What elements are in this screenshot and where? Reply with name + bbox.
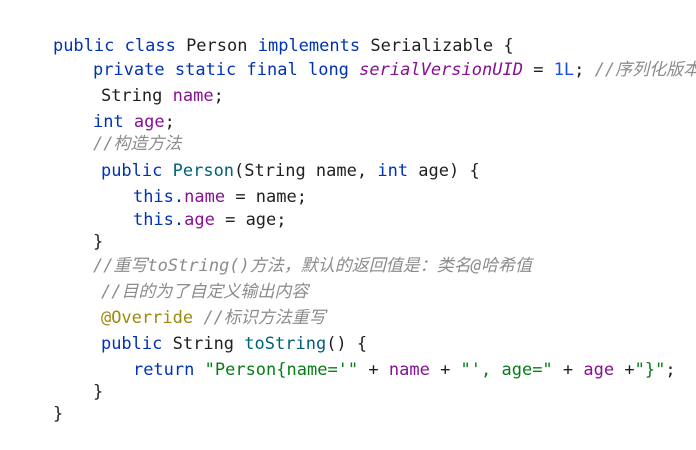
constructor-params-end: age) { (408, 161, 480, 181)
code-line-override: @Override //标识方法重写 (60, 282, 326, 328)
semicolon: ; (574, 60, 585, 80)
semicolon: ; (213, 86, 224, 106)
code-line-comment-tostring: //重写toString()方法，默认的返回值是：类名@哈希值 (52, 230, 532, 276)
type-int: int (377, 161, 409, 181)
string-literal-2: "', age=" (460, 360, 553, 380)
constant-serial-version-uid: serialVersionUID (359, 60, 523, 80)
comment-serial-version: //序列化版本号 (594, 60, 696, 80)
code-line-close-class: } (12, 378, 63, 424)
code-line-serial-version: private static final long serialVersionU… (52, 34, 696, 80)
field-age: age (583, 360, 615, 380)
code-line-close-constructor: } (52, 206, 103, 252)
field-age: age (184, 210, 215, 230)
assignment-rest: = age; (214, 210, 287, 230)
keyword-final: final (246, 60, 298, 80)
concat-operator: + (552, 360, 584, 380)
keyword-this: this. (132, 210, 185, 230)
code-line-tostring-signature: public String toString() { (60, 308, 367, 354)
keyword-return: return (132, 360, 195, 380)
field-name: name (388, 360, 430, 380)
keyword-long: long (307, 60, 349, 80)
close-brace: } (52, 404, 64, 424)
number-literal: 1L (553, 60, 575, 80)
code-line-assign-name: this.name = name; (92, 161, 307, 207)
string-literal-3: "}" (634, 360, 666, 380)
close-brace: } (92, 382, 104, 402)
code-line-return: return "Person{name='" + name + "', age=… (92, 334, 676, 380)
code-line-close-method: } (52, 356, 103, 402)
code-line-field-name: String name; (60, 60, 224, 106)
field-name: name (172, 86, 214, 106)
string-literal-1: "Person{name='" (204, 360, 359, 380)
semicolon: ; (665, 360, 676, 380)
concat-operator: + (614, 360, 635, 380)
code-line-comment-constructor: //构造方法 (52, 108, 181, 154)
concat-operator: + (429, 360, 461, 380)
assign-operator: = (533, 60, 544, 80)
code-line-constructor-signature: public Person(String name, int age) { (60, 135, 480, 181)
code-line-class-declaration: public class Person implements Serializa… (12, 10, 514, 56)
code-line-field-age: int age; (52, 86, 175, 132)
code-line-assign-age: this.age = age; (92, 184, 287, 230)
code-line-comment-purpose: //目的为了自定义输出内容 (60, 256, 308, 302)
code-editor: public class Person implements Serializa… (0, 0, 696, 424)
concat-operator: + (358, 360, 389, 380)
